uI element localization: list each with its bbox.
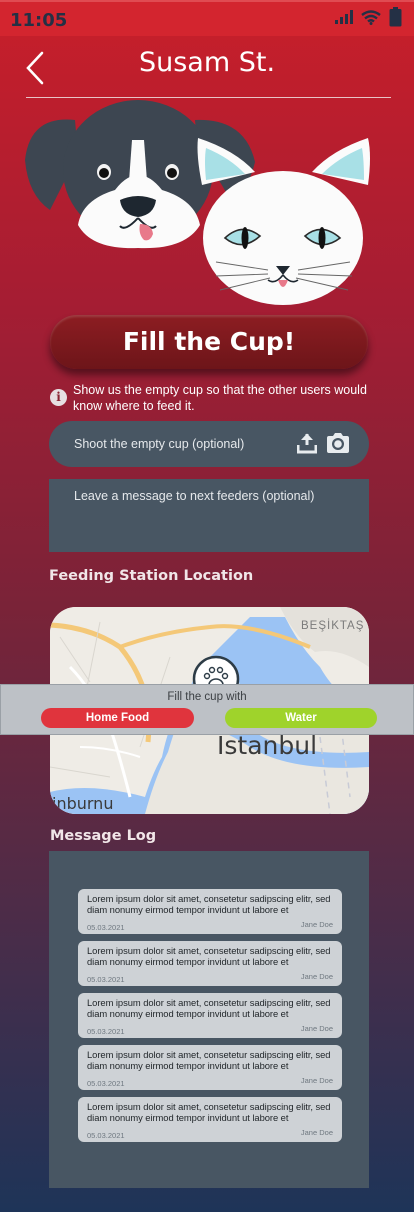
- message-author: Jane Doe: [300, 1024, 333, 1033]
- battery-icon: [389, 7, 402, 27]
- map-label-left: inburnu: [52, 794, 113, 813]
- header-divider: [26, 97, 391, 98]
- message-author: Jane Doe: [300, 920, 333, 929]
- info-text: Show us the empty cup so that the other …: [73, 383, 367, 413]
- fill-with-label: Fill the cup with: [167, 691, 247, 703]
- cat-face-icon: [197, 138, 370, 305]
- message-date: 05.03.2021: [87, 923, 125, 932]
- signal-icon: [335, 10, 353, 24]
- header: Susam St.: [0, 38, 414, 98]
- message-author: Jane Doe: [300, 972, 333, 981]
- page-title: Susam St.: [138, 47, 276, 78]
- camera-icon[interactable]: [325, 432, 351, 454]
- water-button[interactable]: Water: [225, 708, 377, 728]
- message-date: 05.03.2021: [87, 975, 125, 984]
- fill-with-panel: Fill the cup with Home Food Water: [0, 684, 414, 735]
- info-icon: i: [50, 389, 67, 406]
- message-text: Lorem ipsum dolor sit amet, consetetur s…: [87, 1101, 331, 1123]
- pets-illustration: [25, 100, 370, 305]
- upload-icon[interactable]: [297, 432, 317, 454]
- map-label-city: Istanbul: [217, 731, 317, 760]
- list-item: Lorem ipsum dolor sit amet, consetetur s…: [78, 941, 342, 986]
- info-note: i Show us the empty cup so that the othe…: [50, 382, 370, 414]
- message-text: Lorem ipsum dolor sit amet, consetetur s…: [87, 997, 331, 1019]
- message-author: Jane Doe: [300, 1128, 333, 1137]
- message-text: Lorem ipsum dolor sit amet, consetetur s…: [87, 893, 331, 915]
- message-log-heading: Message Log: [50, 828, 157, 844]
- list-item: Lorem ipsum dolor sit amet, consetetur s…: [78, 889, 342, 934]
- shoot-empty-cup-button[interactable]: Shoot the empty cup (optional): [49, 421, 369, 467]
- location-heading: Feeding Station Location: [49, 568, 254, 584]
- message-log[interactable]: Lorem ipsum dolor sit amet, consetetur s…: [49, 851, 369, 1188]
- status-bar: 11:05: [0, 0, 414, 36]
- status-time: 11:05: [10, 10, 68, 31]
- list-item: Lorem ipsum dolor sit amet, consetetur s…: [78, 1097, 342, 1142]
- fill-the-cup-button[interactable]: Fill the Cup!: [50, 315, 368, 369]
- shoot-label: Shoot the empty cup (optional): [74, 437, 245, 451]
- message-text: Lorem ipsum dolor sit amet, consetetur s…: [87, 1049, 331, 1071]
- map-label-top: BEŞİKTAŞ: [301, 619, 364, 632]
- list-item: Lorem ipsum dolor sit amet, consetetur s…: [78, 1045, 342, 1090]
- message-date: 05.03.2021: [87, 1131, 125, 1140]
- message-date: 05.03.2021: [87, 1027, 125, 1036]
- list-item: Lorem ipsum dolor sit amet, consetetur s…: [78, 993, 342, 1038]
- home-food-button[interactable]: Home Food: [41, 708, 194, 728]
- message-date: 05.03.2021: [87, 1079, 125, 1088]
- message-input[interactable]: Leave a message to next feeders (optiona…: [49, 479, 369, 552]
- message-text: Lorem ipsum dolor sit amet, consetetur s…: [87, 945, 331, 967]
- wifi-icon: [361, 9, 381, 25]
- message-author: Jane Doe: [300, 1076, 333, 1085]
